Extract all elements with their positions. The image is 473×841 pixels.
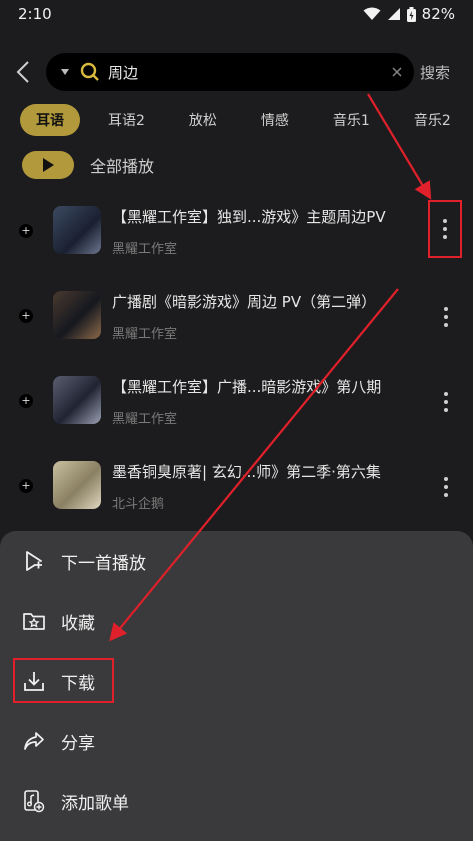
add-icon[interactable]: + bbox=[19, 224, 33, 238]
more-dot bbox=[444, 315, 448, 319]
search-input[interactable]: 周边 bbox=[108, 62, 392, 83]
more-dot bbox=[444, 477, 448, 481]
cover-thumbnail bbox=[53, 461, 101, 509]
more-dot bbox=[444, 400, 448, 404]
share-icon bbox=[22, 729, 46, 753]
download-highlight-box bbox=[13, 658, 114, 703]
back-button[interactable] bbox=[0, 50, 46, 94]
cover-thumbnail bbox=[53, 291, 101, 339]
menu-item-share[interactable]: 分享 bbox=[0, 716, 473, 766]
search-icon bbox=[80, 62, 99, 81]
category-tabs: 耳语 耳语2 放松 情感 音乐1 音乐2 bbox=[20, 104, 473, 136]
battery-icon bbox=[406, 6, 416, 22]
status-icons: 82% bbox=[363, 5, 455, 23]
add-playlist-icon bbox=[22, 789, 46, 813]
battery-level: 82% bbox=[421, 5, 455, 23]
more-dot bbox=[444, 392, 448, 396]
more-dot bbox=[443, 227, 447, 231]
menu-item-add-playlist[interactable]: 添加歌单 bbox=[0, 776, 473, 826]
more-options-button[interactable] bbox=[429, 461, 463, 513]
add-icon[interactable]: + bbox=[19, 309, 33, 323]
status-bar: 2:10 82% bbox=[0, 0, 473, 28]
menu-label: 添加歌单 bbox=[61, 793, 129, 814]
play-next-icon bbox=[22, 549, 46, 573]
chevron-left-icon bbox=[16, 61, 29, 83]
menu-label: 收藏 bbox=[61, 613, 95, 634]
item-title: 广播剧《暗影游戏》周边 PV（第二弹） bbox=[112, 293, 377, 311]
item-title: 墨香铜臭原著| 玄幻...师》第二季·第六集 bbox=[112, 463, 381, 481]
tab-relax[interactable]: 放松 bbox=[173, 104, 233, 136]
more-dot bbox=[444, 493, 448, 497]
more-options-button[interactable] bbox=[429, 376, 463, 428]
more-options-button[interactable] bbox=[428, 200, 462, 258]
more-dot bbox=[444, 408, 448, 412]
action-sheet: 下一首播放 收藏 下载 分享 添加歌单 bbox=[0, 531, 473, 841]
wifi-icon bbox=[363, 7, 381, 20]
cover-thumbnail bbox=[53, 376, 101, 424]
list-item[interactable]: + 【黑耀工作室】独到...游戏》主题周边PV 黑耀工作室 bbox=[0, 190, 473, 275]
play-icon bbox=[43, 158, 54, 172]
signal-icon bbox=[387, 8, 400, 20]
search-button[interactable]: 搜索 bbox=[420, 62, 450, 83]
menu-label: 下一首播放 bbox=[61, 553, 146, 574]
tab-music-1[interactable]: 音乐1 bbox=[317, 104, 386, 136]
item-title: 【黑耀工作室】广播...暗影游戏》第八期 bbox=[112, 378, 382, 396]
menu-item-play-next[interactable]: 下一首播放 bbox=[0, 536, 473, 586]
search-box[interactable]: 周边 bbox=[46, 53, 414, 91]
search-row: 周边 搜索 bbox=[0, 50, 473, 94]
clear-icon[interactable] bbox=[392, 67, 402, 77]
tab-music-2[interactable]: 音乐2 bbox=[398, 104, 467, 136]
favorite-folder-icon bbox=[22, 609, 46, 633]
item-author: 北斗企鹅 bbox=[112, 497, 165, 512]
play-all-pill[interactable] bbox=[22, 151, 74, 179]
list-item[interactable]: + 【黑耀工作室】广播...暗影游戏》第八期 黑耀工作室 bbox=[0, 360, 473, 445]
more-dot bbox=[443, 235, 447, 239]
play-all-label: 全部播放 bbox=[90, 157, 155, 176]
play-all-button[interactable]: 全部播放 bbox=[22, 150, 154, 180]
list-item[interactable]: + 广播剧《暗影游戏》周边 PV（第二弹） 黑耀工作室 bbox=[0, 275, 473, 360]
more-dot bbox=[444, 323, 448, 327]
cover-thumbnail bbox=[53, 206, 101, 254]
menu-item-favorite[interactable]: 收藏 bbox=[0, 596, 473, 646]
status-time: 2:10 bbox=[18, 5, 52, 23]
dropdown-triangle-icon[interactable] bbox=[60, 68, 70, 76]
more-dot bbox=[444, 307, 448, 311]
tab-emotion[interactable]: 情感 bbox=[245, 104, 305, 136]
more-dot bbox=[444, 485, 448, 489]
more-dot bbox=[443, 219, 447, 223]
more-options-button[interactable] bbox=[429, 291, 463, 343]
item-author: 黑耀工作室 bbox=[112, 412, 178, 427]
add-icon[interactable]: + bbox=[19, 479, 33, 493]
item-author: 黑耀工作室 bbox=[112, 242, 178, 257]
tab-whisper-2[interactable]: 耳语2 bbox=[92, 104, 161, 136]
menu-label: 分享 bbox=[61, 733, 95, 754]
result-list: + 【黑耀工作室】独到...游戏》主题周边PV 黑耀工作室 + 广播剧《暗影游戏… bbox=[0, 190, 473, 530]
tab-whisper[interactable]: 耳语 bbox=[20, 104, 80, 136]
item-title: 【黑耀工作室】独到...游戏》主题周边PV bbox=[112, 208, 386, 226]
list-item[interactable]: + 墨香铜臭原著| 玄幻...师》第二季·第六集 北斗企鹅 bbox=[0, 445, 473, 530]
item-author: 黑耀工作室 bbox=[112, 327, 178, 342]
add-icon[interactable]: + bbox=[19, 394, 33, 408]
